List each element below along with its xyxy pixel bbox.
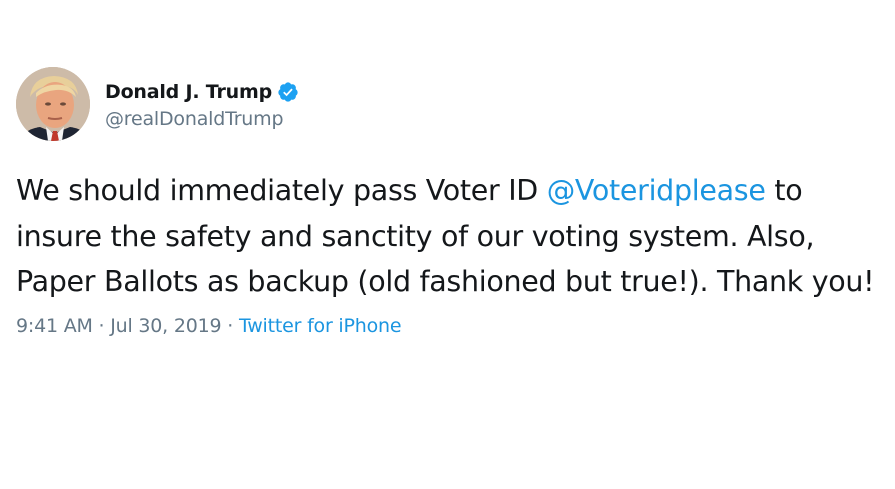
meta-separator-2: · (221, 314, 239, 337)
mention-link[interactable]: @Voteridplease (547, 174, 766, 207)
tweet-source-link[interactable]: Twitter for iPhone (239, 315, 402, 337)
name-row: Donald J. Trump (105, 79, 299, 105)
verified-badge-icon (277, 81, 299, 103)
tweet-card: Donald J. Trump @realDonaldTrump We shou… (16, 66, 886, 337)
user-handle[interactable]: @realDonaldTrump (105, 108, 299, 130)
tweet-text-before: We should immediately pass Voter ID (16, 174, 547, 207)
display-name[interactable]: Donald J. Trump (105, 81, 272, 103)
meta-separator: · (92, 314, 111, 337)
tweet-text: We should immediately pass Voter ID @Vot… (16, 168, 884, 305)
tweet-time[interactable]: 9:41 AM (16, 315, 93, 337)
profile-photo-icon (16, 67, 90, 141)
tweet-date[interactable]: Jul 30, 2019 (110, 315, 221, 337)
tweet-header: Donald J. Trump @realDonaldTrump (16, 66, 886, 142)
tweet-meta: 9:41 AM · Jul 30, 2019 · Twitter for iPh… (16, 315, 886, 337)
avatar[interactable] (16, 67, 90, 141)
author-names: Donald J. Trump @realDonaldTrump (105, 79, 299, 130)
